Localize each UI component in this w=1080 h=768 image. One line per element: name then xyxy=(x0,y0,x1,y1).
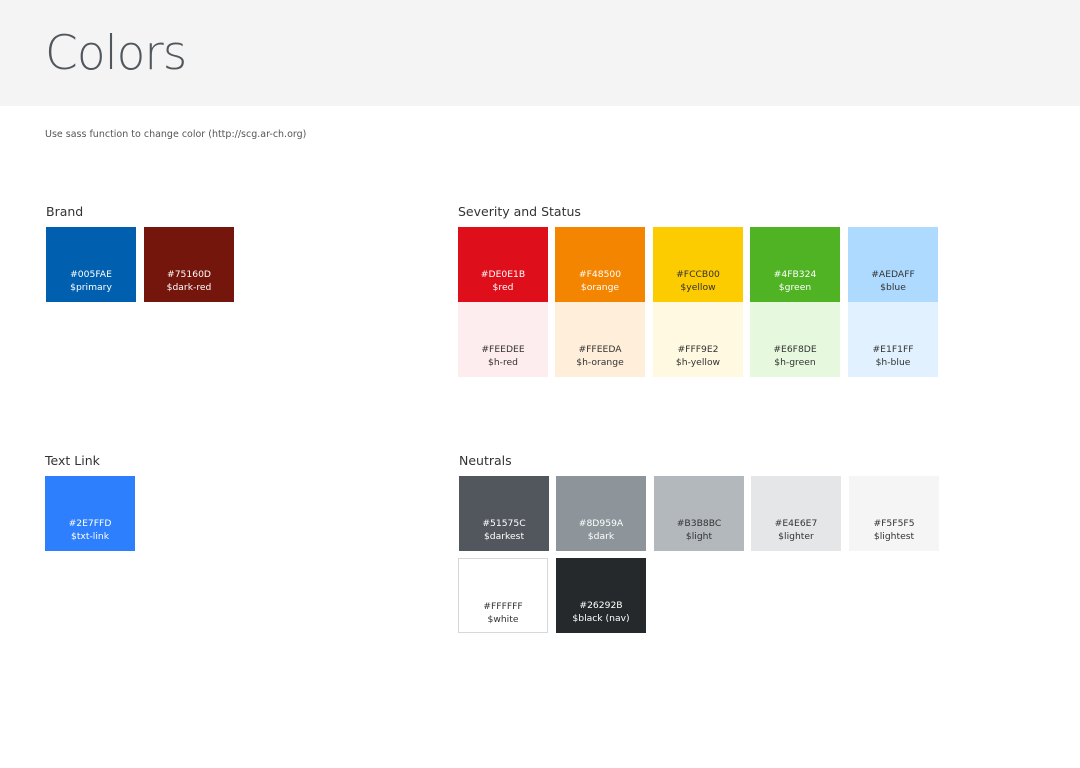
swatch-light: #B3B8BC $light xyxy=(654,476,744,551)
swatch-variable: $red xyxy=(492,282,514,293)
swatch-variable: $lightest xyxy=(873,531,915,542)
swatch-hex: #26292B xyxy=(579,600,623,611)
swatch-variable: $black (nav) xyxy=(572,613,630,624)
swatch-variable: $yellow xyxy=(680,282,716,293)
swatch-hex: #F5F5F5 xyxy=(873,518,915,529)
swatch-darkest: #51575C $darkest xyxy=(459,476,549,551)
swatch-variable: $primary xyxy=(70,282,112,293)
swatch-hex: #DE0E1B xyxy=(480,269,526,280)
swatch-hex: #FCCB00 xyxy=(676,269,720,280)
swatch-hex: #AEDAFF xyxy=(871,269,915,280)
swatch-green: #4FB324 $green xyxy=(750,227,840,302)
swatch-red: #DE0E1B $red xyxy=(458,227,548,302)
swatch-variable: $h-blue xyxy=(875,357,911,368)
swatch-variable: $h-green xyxy=(774,357,816,368)
swatch-h-blue: #E1F1FF $h-blue xyxy=(848,302,938,377)
swatch-dark-red: #75160D $dark-red xyxy=(144,227,234,302)
swatch-variable: $h-yellow xyxy=(675,357,721,368)
swatch-hex: #75160D xyxy=(167,269,211,280)
swatch-black-nav: #26292B $black (nav) xyxy=(556,558,646,633)
swatch-hex: #B3B8BC xyxy=(676,518,722,529)
sass-function-note: Use sass function to change color (http:… xyxy=(45,129,307,140)
swatch-primary: #005FAE $primary xyxy=(46,227,136,302)
swatch-hex: #E1F1FF xyxy=(872,344,914,355)
page-title: Colors xyxy=(45,26,187,81)
swatch-orange: #F48500 $orange xyxy=(555,227,645,302)
swatch-txt-link: #2E7FFD $txt-link xyxy=(45,476,135,551)
swatch-hex: #FFF9E2 xyxy=(677,344,719,355)
swatch-hex: #F48500 xyxy=(578,269,622,280)
swatch-variable: $green xyxy=(778,282,812,293)
swatch-h-orange: #FFEEDA $h-orange xyxy=(555,302,645,377)
swatch-hex: #8D959A xyxy=(578,518,624,529)
swatch-h-red: #FEEDEE $h-red xyxy=(458,302,548,377)
section-title-brand: Brand xyxy=(46,204,84,219)
swatch-hex: #FFFFFF xyxy=(483,601,523,612)
swatch-variable: $dark-red xyxy=(166,282,212,293)
swatch-variable: $white xyxy=(487,614,519,625)
swatch-variable: $darkest xyxy=(483,531,525,542)
swatch-h-yellow: #FFF9E2 $h-yellow xyxy=(653,302,743,377)
swatch-hex: #2E7FFD xyxy=(68,518,112,529)
swatch-hex: #E6F8DE xyxy=(773,344,817,355)
swatch-yellow: #FCCB00 $yellow xyxy=(653,227,743,302)
page-header: Colors xyxy=(0,0,1080,106)
swatch-hex: #FEEDEE xyxy=(481,344,525,355)
swatch-variable: $orange xyxy=(580,282,620,293)
swatch-hex: #4FB324 xyxy=(773,269,817,280)
section-title-neutrals: Neutrals xyxy=(459,453,512,468)
swatch-dark: #8D959A $dark xyxy=(556,476,646,551)
swatch-hex: #51575C xyxy=(482,518,526,529)
swatch-lighter: #E4E6E7 $lighter xyxy=(751,476,841,551)
swatch-variable: $light xyxy=(685,531,713,542)
swatch-white: #FFFFFF $white xyxy=(458,558,548,633)
swatch-blue: #AEDAFF $blue xyxy=(848,227,938,302)
swatch-h-green: #E6F8DE $h-green xyxy=(750,302,840,377)
swatch-variable: $h-orange xyxy=(576,357,624,368)
swatch-lightest: #F5F5F5 $lightest xyxy=(849,476,939,551)
swatch-variable: $h-red xyxy=(487,357,519,368)
swatch-hex: #005FAE xyxy=(70,269,112,280)
swatch-variable: $lighter xyxy=(778,531,814,542)
swatch-variable: $dark xyxy=(587,531,615,542)
swatch-hex: #E4E6E7 xyxy=(774,518,818,529)
section-title-severity: Severity and Status xyxy=(458,204,581,219)
swatch-variable: $blue xyxy=(880,282,906,293)
swatch-variable: $txt-link xyxy=(70,531,110,542)
section-title-text-link: Text Link xyxy=(45,453,100,468)
swatch-hex: #FFEEDA xyxy=(578,344,622,355)
